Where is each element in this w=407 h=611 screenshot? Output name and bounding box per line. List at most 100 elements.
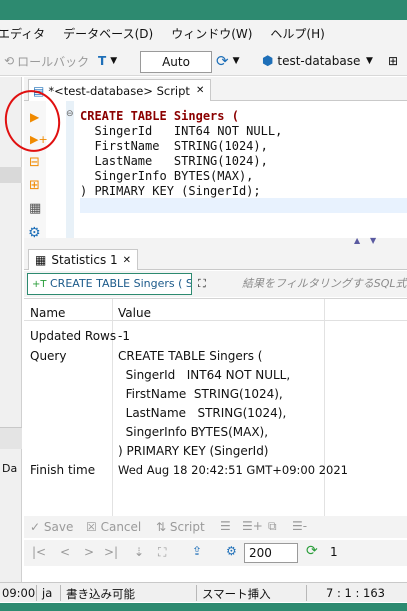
restore-down-icon[interactable]: ▼: [370, 236, 376, 245]
editor-tab-bar: ▤ *<test-database> Script ✕: [24, 77, 407, 101]
row-name[interactable]: Query: [30, 349, 66, 363]
schema-button[interactable]: ⊞: [388, 51, 398, 71]
cancel-x-icon: ☒: [86, 520, 97, 534]
row-value[interactable]: CREATE TABLE Singers (: [118, 349, 262, 363]
delete-row-icon[interactable]: ☰-: [292, 519, 307, 533]
status-insert-mode: スマート挿入: [202, 587, 271, 601]
row-value-line: SingerId INT64 NOT NULL,: [118, 368, 291, 382]
navigator-truncated-label: Da: [2, 462, 18, 475]
sql-editor[interactable]: CREATE TABLE Singers ( SingerId INT64 NO…: [74, 101, 407, 249]
results-filter-bar: +T CREATE TABLE Singers ( Sir ⛶ 結果をフィルタリ…: [24, 271, 407, 297]
database-name: test-database: [277, 54, 361, 68]
status-divider: [306, 585, 307, 601]
history-icon: ⟳: [216, 51, 229, 70]
navigator-collapsed-panel[interactable]: [0, 427, 22, 449]
database-selector[interactable]: ⬢ test-database: [262, 51, 360, 71]
database-icon: ⬢: [262, 53, 274, 69]
tab-statistics[interactable]: ▦ Statistics 1 ✕: [28, 249, 139, 270]
execute-script-icon[interactable]: ⊟: [29, 156, 40, 169]
transaction-icon: T: [98, 54, 107, 68]
query-chip-label: CREATE TABLE Singers ( Sir: [50, 277, 192, 290]
next-page-icon[interactable]: >: [84, 545, 94, 559]
grid-header: Name Value: [24, 299, 407, 321]
tab-statistics-label: Statistics 1: [51, 253, 118, 267]
execute-script-new-tab-icon[interactable]: ⊞: [29, 179, 40, 192]
edit-row-icon[interactable]: ☰: [220, 519, 231, 533]
close-icon[interactable]: ✕: [196, 85, 204, 96]
left-navigator-strip: Da: [0, 77, 22, 582]
status-divider: [60, 585, 61, 601]
status-divider: [196, 585, 197, 601]
status-bar: 09:00 ja 書き込み可能 スマート挿入 7 : 1 : 163: [0, 582, 407, 602]
refresh-icon[interactable]: ⟳: [306, 543, 318, 559]
code-line: FirstName STRING(1024),: [80, 139, 268, 153]
status-time: 09:00: [2, 586, 36, 600]
rollback-button[interactable]: ⟲ ロールバック: [4, 51, 89, 71]
current-line-highlight: [80, 198, 407, 213]
editor-results-splitter[interactable]: ▲ ▼: [24, 236, 407, 248]
filter-input[interactable]: 結果をフィルタリングするSQL式を入力し: [220, 273, 407, 295]
rollback-icon: ⟲: [4, 54, 15, 68]
tab-script-label: *<test-database> Script: [48, 83, 190, 98]
fetch-next-icon[interactable]: ⇣: [134, 545, 144, 559]
fetch-all-icon[interactable]: ⛶: [158, 545, 166, 560]
row-value[interactable]: -1: [118, 329, 130, 343]
script-label: Script: [169, 520, 205, 534]
cancel-label: Cancel: [100, 520, 142, 534]
cancel-button[interactable]: ☒ Cancel: [86, 520, 141, 534]
script-button[interactable]: ⇅ Script: [156, 520, 205, 534]
database-dropdown[interactable]: ▼: [366, 51, 373, 71]
status-locale: ja: [42, 586, 53, 600]
transaction-mode-button[interactable]: T ▼: [98, 51, 117, 71]
fold-minus-icon[interactable]: ⊖: [66, 109, 74, 119]
add-row-icon[interactable]: ☰+: [242, 519, 263, 533]
statistics-table-icon: ▦: [35, 253, 47, 267]
navigator-selected-row[interactable]: [0, 167, 22, 183]
row-name[interactable]: Updated Rows: [30, 329, 116, 343]
menu-database[interactable]: データベース(D): [63, 25, 153, 42]
chevron-down-icon: ▼: [232, 55, 240, 66]
query-text-chip[interactable]: +T CREATE TABLE Singers ( Sir: [27, 273, 192, 295]
status-write-mode: 書き込み可能: [66, 587, 135, 601]
history-button[interactable]: ⟳ ▼: [216, 51, 240, 71]
editor-gutter: ⊖: [66, 101, 74, 249]
column-header-value[interactable]: Value: [118, 306, 151, 320]
close-icon[interactable]: ✕: [123, 255, 131, 266]
check-circle-icon: ✓: [30, 520, 41, 534]
first-page-icon[interactable]: |<: [32, 545, 46, 559]
export-icon[interactable]: ⇪: [192, 544, 202, 558]
column-header-name[interactable]: Name: [30, 306, 65, 320]
row-value-line: FirstName STRING(1024),: [118, 387, 283, 401]
row-name[interactable]: Finish time: [30, 463, 95, 477]
rollback-label: ロールバック: [17, 54, 90, 69]
menu-editor[interactable]: エディタ: [0, 25, 45, 42]
previous-page-icon[interactable]: <: [60, 545, 70, 559]
results-grid[interactable]: Name Value Updated Rows -1 Query CREATE …: [24, 298, 407, 517]
code-line: LastName STRING(1024),: [80, 154, 268, 168]
row-value[interactable]: Wed Aug 18 20:42:51 GMT+09:00 2021: [118, 463, 348, 477]
save-label: Save: [43, 520, 74, 534]
results-navigation-toolbar: |< < > >| ⇣ ⛶ ⇪ ⚙ 200 ⟳ 1: [24, 540, 407, 566]
results-edit-toolbar: ✓ Save ☒ Cancel ⇅ Script ☰ ☰+ ⧉ ☰-: [24, 516, 407, 538]
expand-filter-icon[interactable]: ⛶: [198, 277, 206, 291]
menu-bar: エディタ データベース(D) ウィンドウ(W) ヘルプ(H): [0, 20, 407, 46]
maximize-up-icon[interactable]: ▲: [354, 236, 360, 245]
schema-icon: ⊞: [388, 54, 399, 68]
settings-gear-icon[interactable]: ⚙: [226, 544, 237, 558]
save-button[interactable]: ✓ Save: [30, 520, 73, 534]
menu-window[interactable]: ウィンドウ(W): [171, 25, 252, 42]
fetch-size-input[interactable]: 200: [244, 543, 298, 563]
last-page-icon[interactable]: >|: [104, 545, 118, 559]
transaction-mode-select[interactable]: Auto: [140, 51, 212, 73]
tab-script[interactable]: ▤ *<test-database> Script ✕: [28, 79, 212, 101]
copy-row-icon[interactable]: ⧉: [268, 519, 277, 534]
chevron-down-icon: ▼: [366, 55, 373, 66]
query-icon: +T: [32, 279, 47, 290]
results-tab-bar: ▦ Statistics 1 ✕: [24, 248, 407, 270]
top-window-band: [0, 0, 407, 20]
menu-help[interactable]: ヘルプ(H): [270, 25, 324, 42]
chevron-down-icon: ▼: [110, 55, 118, 66]
row-count: 1: [330, 545, 338, 559]
status-divider: [36, 585, 37, 601]
explain-plan-icon[interactable]: ▦: [29, 202, 41, 215]
